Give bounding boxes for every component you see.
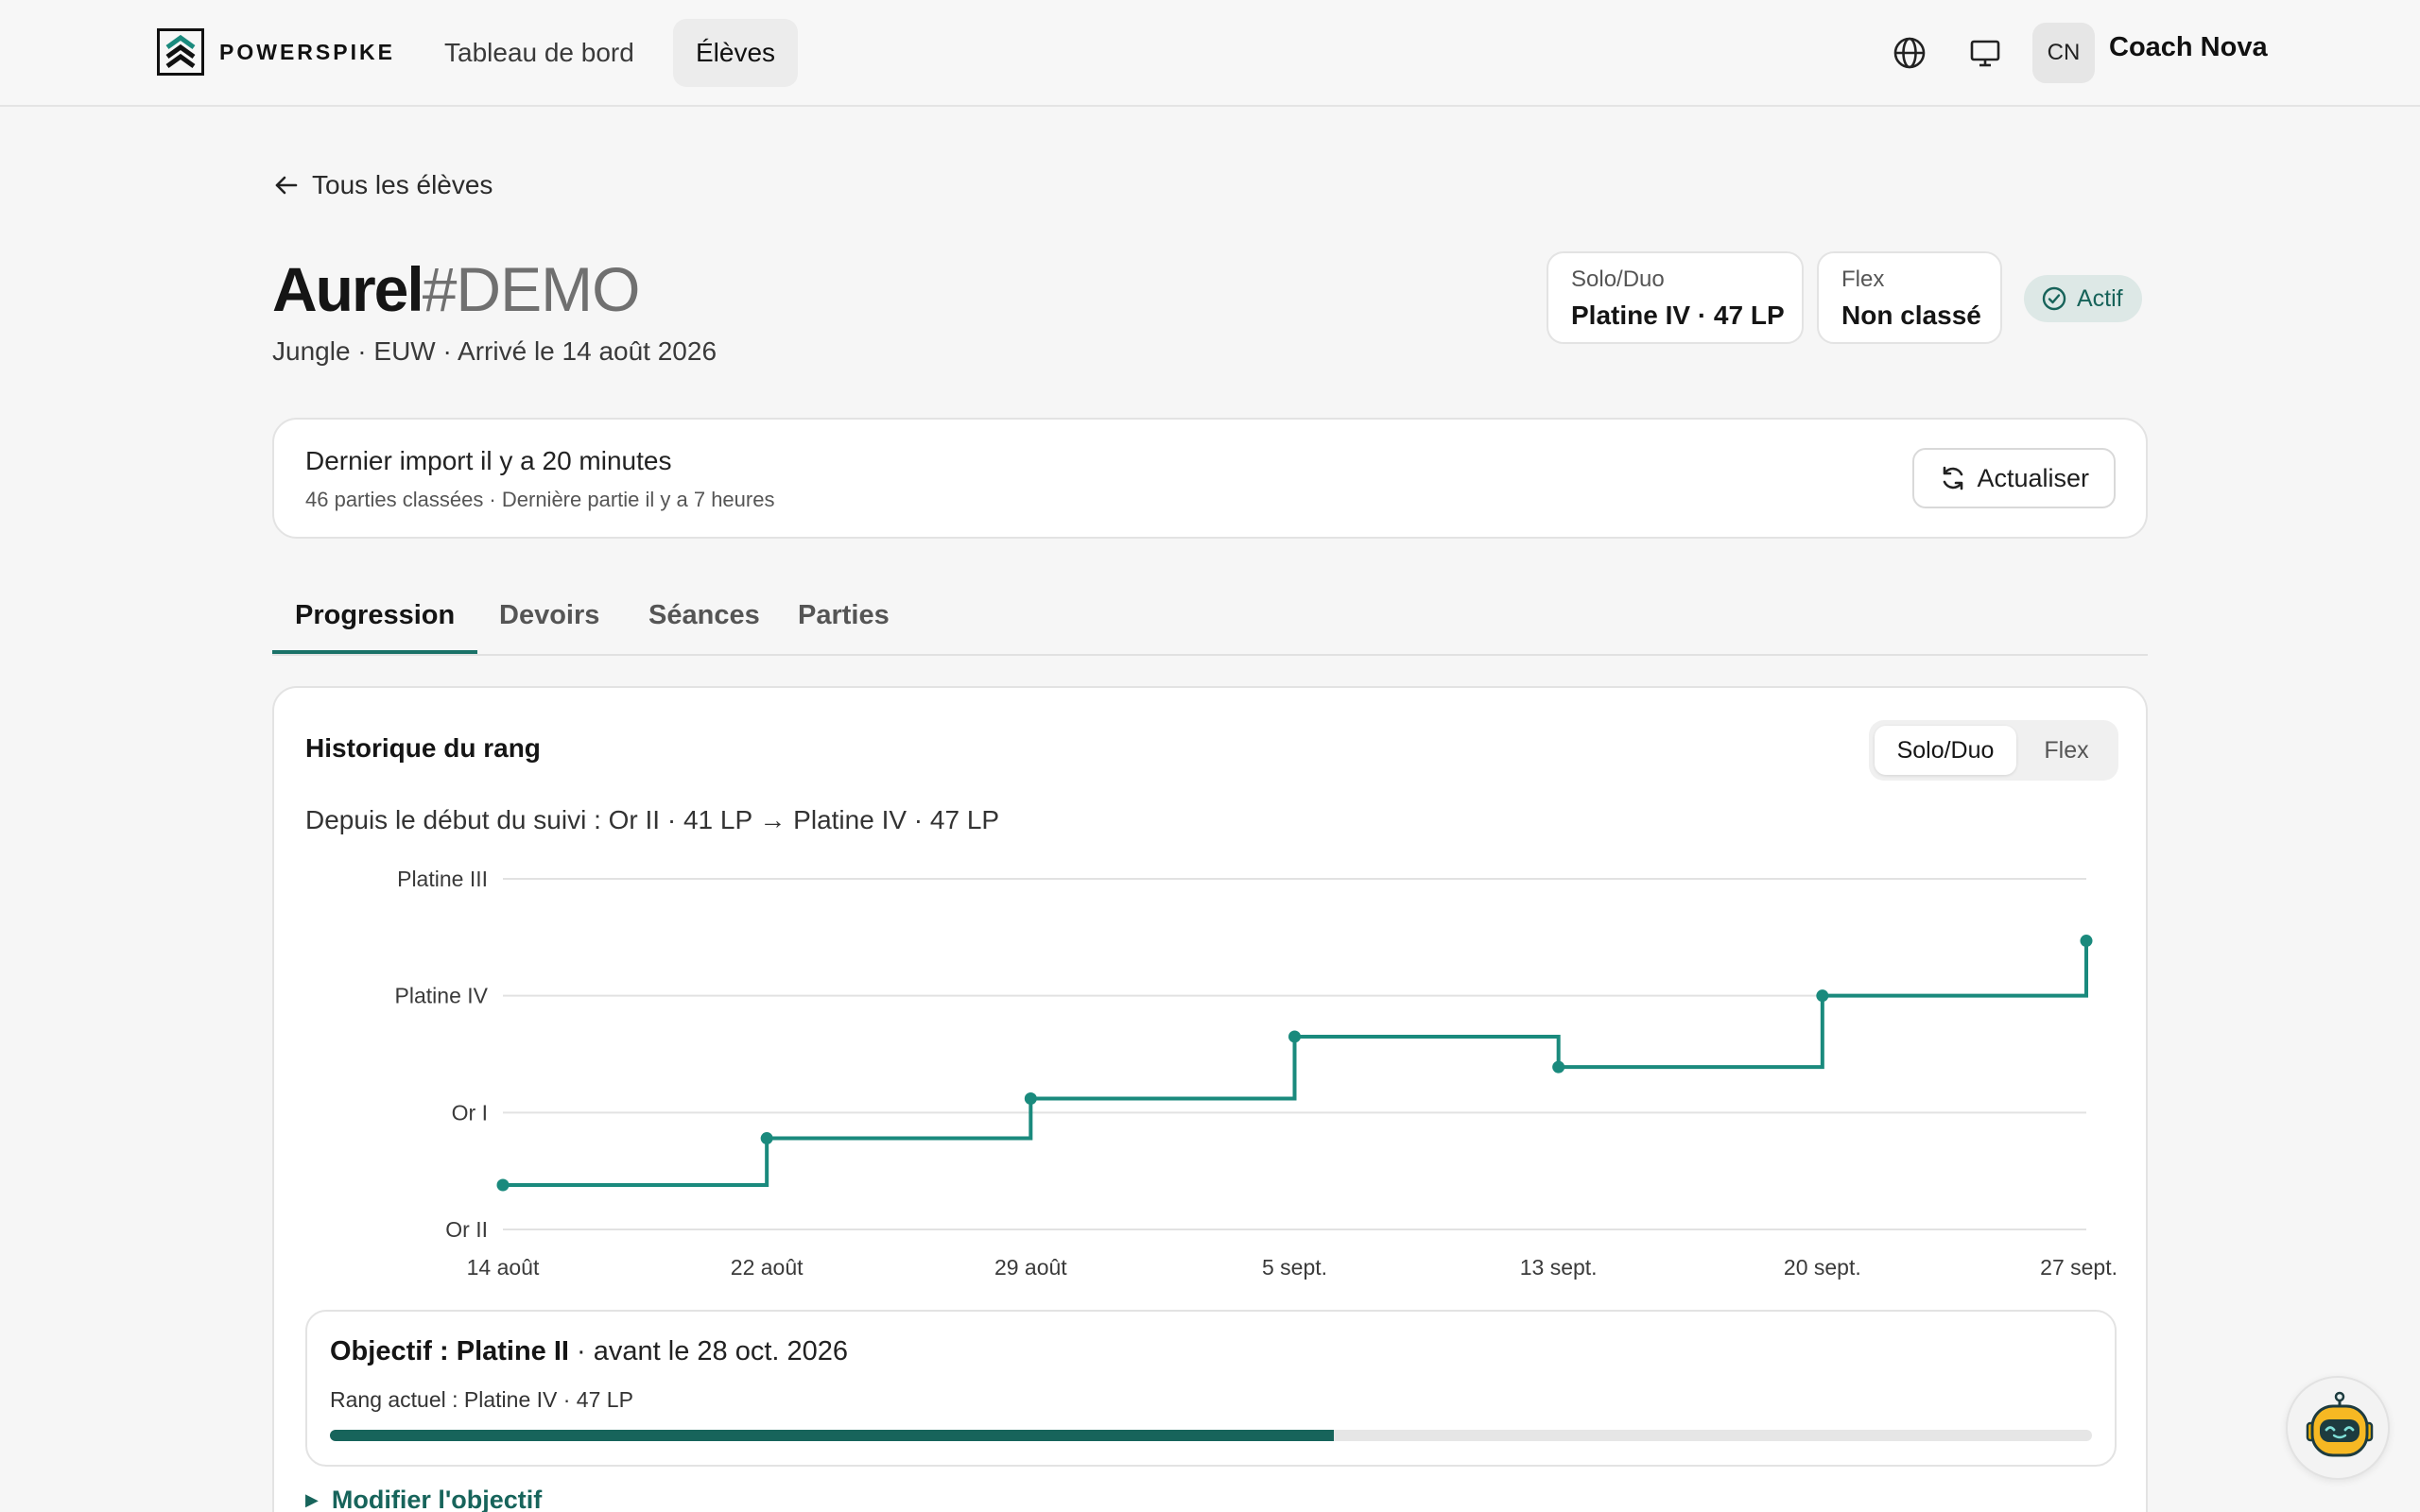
tab-progression[interactable]: Progression xyxy=(272,600,478,654)
rank-data-point xyxy=(1024,1091,1037,1105)
page-title: Aurel#DEMO xyxy=(272,253,641,325)
monitor-icon[interactable] xyxy=(1966,34,2004,72)
x-tick-label: 27 sept. xyxy=(2040,1255,2118,1280)
student-tabs: Progression Devoirs Séances Parties xyxy=(272,586,2148,656)
edit-goal-toggle[interactable]: ▶ Modifier l'objectif xyxy=(305,1486,542,1512)
player-name: Aurel xyxy=(272,254,424,324)
player-subtitle: Jungle · EUW · Arrivé le 14 août 2026 xyxy=(272,336,717,366)
rank-card-label: Solo/Duo xyxy=(1571,266,1665,292)
caret-right-icon: ▶ xyxy=(305,1490,319,1509)
queue-option-flex[interactable]: Flex xyxy=(2020,726,2113,775)
x-tick-label: 14 août xyxy=(467,1255,540,1280)
tab-sessions[interactable]: Séances xyxy=(626,600,783,654)
user-name[interactable]: Coach Nova xyxy=(2109,32,2268,63)
tab-games[interactable]: Parties xyxy=(775,600,912,654)
queue-option-solo-duo[interactable]: Solo/Duo xyxy=(1875,726,2016,775)
robot-icon xyxy=(2306,1391,2374,1457)
rank-data-point xyxy=(1288,1030,1301,1043)
goal-box: Objectif : Platine II · avant le 28 oct.… xyxy=(305,1310,2117,1467)
goal-progress-fill xyxy=(330,1430,1335,1441)
rank-series-line xyxy=(503,940,2088,1188)
rank-data-point xyxy=(1552,1060,1565,1074)
rank-history-title: Historique du rang xyxy=(305,733,541,763)
rank-card-value: Platine IV · 47 LP xyxy=(1571,301,1785,330)
nav-link-dashboard[interactable]: Tableau de bord xyxy=(422,19,657,87)
back-label: Tous les élèves xyxy=(312,170,493,199)
x-tick-label: 20 sept. xyxy=(1784,1255,1861,1280)
goal-title: Objectif : Platine II · avant le 28 oct.… xyxy=(330,1336,848,1367)
goal-current-rank: Rang actuel : Platine IV · 47 LP xyxy=(330,1387,633,1412)
user-avatar[interactable]: CN xyxy=(2032,23,2095,83)
x-tick-label: 5 sept. xyxy=(1262,1255,1327,1280)
rank-summary: Depuis le début du suivi : Or II · 41 LP… xyxy=(305,805,1000,834)
x-tick-label: 13 sept. xyxy=(1520,1255,1598,1280)
import-subtitle: 46 parties classées · Dernière partie il… xyxy=(305,488,775,511)
arrow-left-icon xyxy=(275,176,298,195)
nav-link-students[interactable]: Élèves xyxy=(673,19,799,87)
edit-goal-label: Modifier l'objectif xyxy=(331,1486,543,1512)
powerspike-logo-icon xyxy=(157,28,204,76)
y-tick-label: Or I xyxy=(452,1100,488,1125)
top-navigation: POWERSPIKE Tableau de bord Élèves CN Coa… xyxy=(0,0,2420,107)
status-label: Actif xyxy=(2077,284,2123,312)
player-tag: #DEMO xyxy=(422,254,641,324)
y-tick-label: Or II xyxy=(445,1217,488,1242)
refresh-button[interactable]: Actualiser xyxy=(1912,448,2116,508)
y-tick-label: Platine IV xyxy=(395,984,489,1008)
rank-card-solo-duo: Solo/Duo Platine IV · 47 LP xyxy=(1547,251,1804,344)
tab-homework[interactable]: Devoirs xyxy=(476,600,622,654)
rank-card-flex: Flex Non classé xyxy=(1817,251,2002,344)
import-title: Dernier import il y a 20 minutes xyxy=(305,446,672,475)
goal-deadline: · avant le 28 oct. 2026 xyxy=(569,1336,849,1366)
queue-toggle: Solo/Duo Flex xyxy=(1869,720,2118,781)
x-tick-label: 22 août xyxy=(731,1255,804,1280)
assistant-button[interactable] xyxy=(2286,1376,2390,1480)
goal-progress-bar xyxy=(330,1430,2092,1441)
brand-logo[interactable]: POWERSPIKE xyxy=(157,28,395,76)
rank-data-point xyxy=(2080,935,2093,948)
y-tick-label: Platine III xyxy=(397,867,488,891)
back-to-students-link[interactable]: Tous les élèves xyxy=(272,170,493,200)
rank-history-card: Or II Or I Platine IV Platine III 14 août 22 … xyxy=(272,686,2148,1512)
rank-card-label: Flex xyxy=(1841,266,1885,292)
rank-data-point xyxy=(496,1178,510,1192)
refresh-icon xyxy=(1944,466,1963,490)
x-tick-label: 29 août xyxy=(994,1255,1067,1280)
rank-card-value: Non classé xyxy=(1841,301,1981,330)
check-circle-icon xyxy=(2042,286,2066,311)
import-status-card: Dernier import il y a 20 minutes 46 part… xyxy=(272,418,2148,539)
goal-label: Objectif : Platine II xyxy=(330,1336,569,1366)
refresh-label: Actualiser xyxy=(1977,463,2089,492)
status-badge: Actif xyxy=(2024,275,2142,322)
rank-data-point xyxy=(760,1132,773,1145)
rank-data-point xyxy=(1816,989,1829,1003)
brand-name: POWERSPIKE xyxy=(219,39,395,64)
globe-icon[interactable] xyxy=(1891,34,1928,72)
